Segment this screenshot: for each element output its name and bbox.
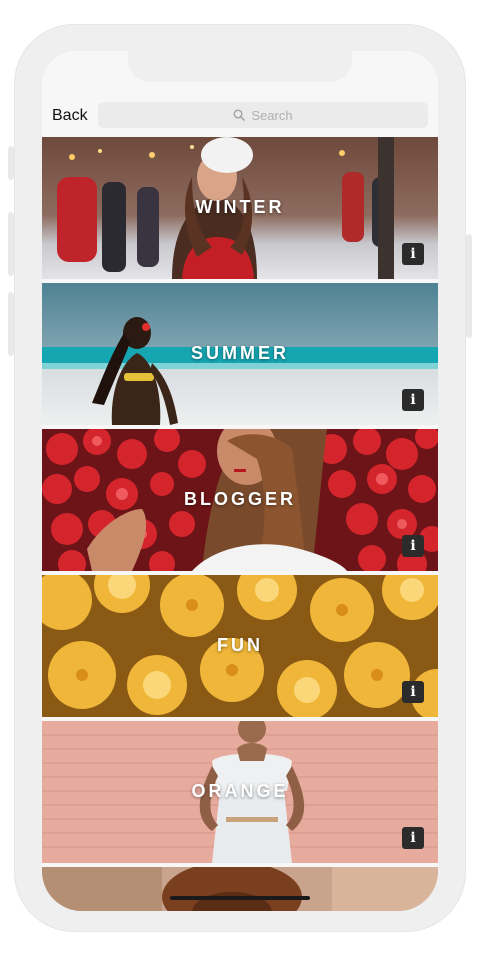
home-indicator[interactable] <box>170 896 310 900</box>
filter-list: WINTER i SUMMER i BLOGGER i FUN i ORANGE… <box>42 137 438 911</box>
side-button-mute <box>8 146 14 180</box>
side-button-volume-down <box>8 292 14 356</box>
side-button-volume-up <box>8 212 14 276</box>
filter-card-winter[interactable]: WINTER i <box>42 137 438 279</box>
partial-photo <box>42 867 438 911</box>
card-label: SUMMER <box>191 343 289 363</box>
info-icon[interactable]: i <box>402 681 424 703</box>
filter-card-blogger[interactable]: BLOGGER i <box>42 429 438 571</box>
search-icon <box>233 109 246 121</box>
search-placeholder: Search <box>251 107 293 123</box>
navigation-bar: Back Search <box>42 99 438 135</box>
info-icon[interactable]: i <box>402 535 424 557</box>
side-button-power <box>466 234 472 338</box>
filter-card-partial[interactable] <box>42 867 438 911</box>
search-input[interactable]: Search <box>98 102 428 128</box>
filter-card-fun[interactable]: FUN i <box>42 575 438 717</box>
phone-screen: Back Search WINTER i SUMMER i BLOGGER i … <box>42 51 438 911</box>
info-icon[interactable]: i <box>402 243 424 265</box>
notch <box>128 51 352 82</box>
back-button[interactable]: Back <box>52 107 88 125</box>
info-icon[interactable]: i <box>402 389 424 411</box>
filter-card-orange[interactable]: ORANGE i <box>42 721 438 863</box>
info-icon[interactable]: i <box>402 827 424 849</box>
card-label: BLOGGER <box>183 489 296 509</box>
card-label: FUN <box>217 635 263 655</box>
card-label: WINTER <box>195 197 285 217</box>
filter-card-summer[interactable]: SUMMER i <box>42 283 438 425</box>
card-label: ORANGE <box>191 781 289 801</box>
